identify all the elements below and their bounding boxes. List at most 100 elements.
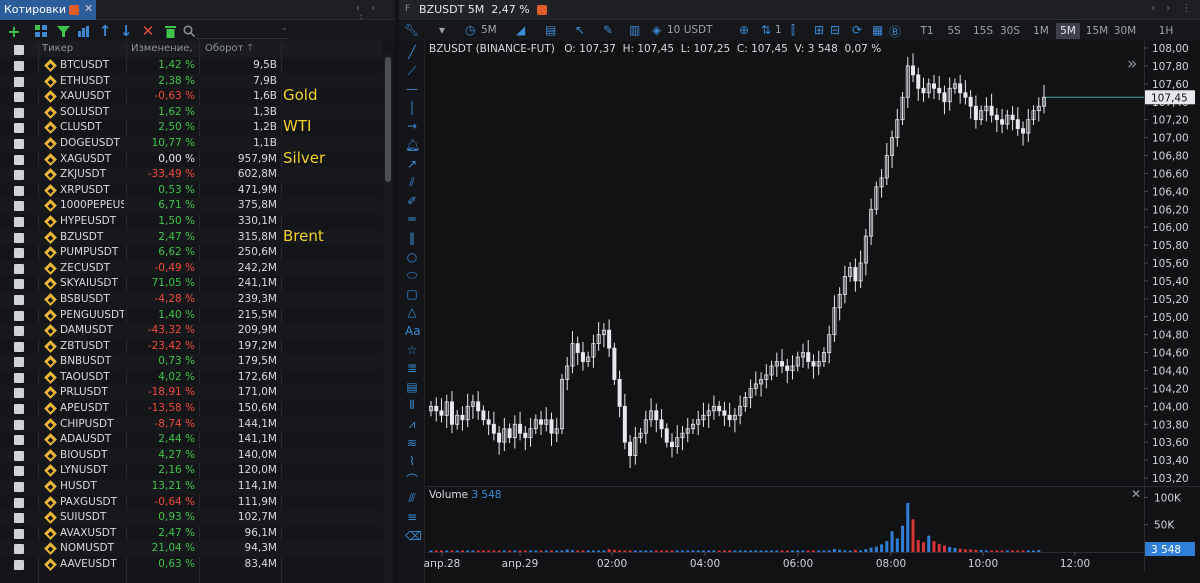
row-checkbox[interactable] [14,482,24,493]
binance-coin-icon [44,339,57,353]
column-turnover[interactable]: Оборот [205,43,243,54]
table-row[interactable]: AAVEUSDT 0,63 % 83,4M [0,557,383,573]
table-row[interactable]: BNBUSDT 0,73 % 179,5M [0,354,383,370]
tab-color-marker[interactable] [69,5,79,15]
row-checkbox[interactable] [14,76,24,87]
table-row[interactable]: LYNUSDT 2,16 % 120,0M [0,463,383,479]
candle-body [549,419,554,434]
table-row[interactable]: PAXGUSDT -0,64 % 111,9M [0,495,383,511]
quotes-scrollbar-thumb[interactable] [385,57,391,182]
row-checkbox[interactable] [14,326,24,337]
row-checkbox[interactable] [14,435,24,446]
tab-quotes[interactable]: Котировки [0,0,96,20]
row-checkbox[interactable] [14,357,24,368]
row-checkbox[interactable] [14,138,24,149]
table-row[interactable]: SKYAIUSDT 71,05 % 241,1M [0,276,383,292]
table-row[interactable]: BZUSDT 2,47 % 315,8M Brent [0,227,383,246]
row-checkbox[interactable] [14,294,24,305]
table-row[interactable]: BTCUSDT 1,42 % 9,5B [0,58,383,74]
row-checkbox[interactable] [14,216,24,227]
row-checkbox[interactable] [14,513,24,524]
table-row[interactable]: APEUSDT -13,58 % 150,6M [0,401,383,417]
volume-bar [979,550,983,552]
table-row[interactable]: NOMUSDT 21,04 % 94,3M [0,541,383,557]
table-row[interactable]: 1000PEPEUSDT 6,71 % 375,8M [0,198,383,214]
price-chart[interactable]: 108,00107,80107,60107,40107,20107,00106,… [399,0,1200,583]
row-annotation: WTI [283,117,312,136]
row-checkbox[interactable] [14,92,24,103]
search-input[interactable] [196,23,288,39]
row-checkbox[interactable] [14,388,24,399]
row-checkbox[interactable] [14,185,24,196]
arrow-up-icon[interactable]: ↑ [97,22,113,40]
row-checkbox[interactable] [14,248,24,259]
table-row[interactable]: PRLUSDT -18,91 % 171,0M [0,385,383,402]
table-row[interactable]: ADAUSDT 2,44 % 141,1M [0,432,383,448]
row-checkbox[interactable] [14,560,24,570]
row-ticker: PUMPUSDT [60,246,119,259]
row-checkbox[interactable] [14,450,24,461]
table-row[interactable]: ETHUSDT 2,38 % 7,9B [0,73,383,90]
row-checkbox[interactable] [14,310,24,321]
binance-coin-icon [44,74,57,88]
row-checkbox[interactable] [14,263,24,274]
candle-body [659,419,664,430]
trash-icon[interactable] [162,23,178,39]
table-row[interactable]: XAGUSDT 0,00 % 957,9M Silver [0,149,383,168]
table-row[interactable]: ZBTUSDT -23,42 % 197,2M [0,339,383,355]
table-row[interactable]: HYPEUSDT 1,50 % 330,1M [0,214,383,230]
table-row[interactable]: XRPUSDT 0,53 % 471,9M [0,183,383,199]
row-turnover: 239,3M [237,292,277,305]
table-row[interactable]: AVAXUSDT 2,47 % 96,1M [0,526,383,542]
row-checkbox[interactable] [14,404,24,415]
row-checkbox[interactable] [14,232,24,243]
table-row[interactable]: CLUSDT 2,50 % 1,2B WTI [0,117,383,136]
arrow-down-icon[interactable]: ↓ [118,22,134,40]
row-checkbox[interactable] [14,544,24,555]
table-row[interactable]: BSBUSDT -4,28 % 239,3M [0,291,383,308]
row-checkbox[interactable] [14,61,24,71]
row-checkbox[interactable] [14,372,24,383]
row-checkbox[interactable] [14,497,24,508]
select-all-checkbox[interactable] [14,45,24,55]
row-checkbox[interactable] [14,107,24,118]
table-row[interactable]: DOGEUSDT 10,77 % 1,1B [0,135,383,152]
row-checkbox[interactable] [14,419,24,430]
row-checkbox[interactable] [14,279,24,290]
table-row[interactable]: BIOUSDT 4,27 % 140,0M [0,447,383,464]
row-ticker: DOGEUSDT [60,136,120,149]
table-row[interactable]: SOLUSDT 1,62 % 1,3B [0,104,383,121]
search-dropdown-icon[interactable]: ⌃ [281,27,288,36]
volume-bar [738,550,742,552]
column-ticker[interactable]: Тикер [42,43,73,54]
row-checkbox[interactable] [14,154,24,165]
add-icon[interactable]: + [6,22,22,41]
row-turnover: 957,9M [237,152,277,165]
table-row[interactable]: PUMPUSDT 6,62 % 250,6M [0,245,383,261]
row-checkbox[interactable] [14,466,24,477]
row-checkbox[interactable] [14,201,24,212]
row-change: 10,77 % [151,136,195,149]
row-checkbox[interactable] [14,123,24,134]
row-checkbox[interactable] [14,170,24,181]
table-row[interactable]: TAOUSDT 4,02 % 172,6M [0,370,383,386]
search-icon[interactable] [181,23,197,39]
column-change[interactable]: Изменение, [131,43,193,54]
table-row[interactable]: XAUUSDT -0,63 % 1,6B Gold [0,86,383,105]
table-row[interactable]: HUSDT 13,21 % 114,1M [0,479,383,495]
table-row[interactable]: SUIUSDT 0,93 % 102,7M [0,510,383,526]
volume-bar [990,550,994,552]
table-row[interactable]: PENGUUSDT 1,40 % 215,5M [0,308,383,324]
table-row[interactable]: CHIPUSDT -8,74 % 144,1M [0,416,383,433]
filter-icon[interactable] [55,23,71,39]
table-row[interactable]: DAMUSDT -43,32 % 209,9M [0,323,383,339]
row-checkbox[interactable] [14,341,24,352]
close-icon[interactable]: ✕ [84,2,93,15]
row-checkbox[interactable] [14,528,24,539]
chart-bars-icon[interactable] [76,23,92,39]
sort-asc-icon[interactable]: ↑ [246,43,254,54]
delete-x-icon[interactable]: ✕ [140,22,156,40]
table-row[interactable]: ZKJUSDT -33,49 % 602,8M [0,167,383,183]
table-row[interactable]: ZECUSDT -0,49 % 242,2M [0,260,383,277]
grid-add-icon[interactable] [33,23,49,39]
